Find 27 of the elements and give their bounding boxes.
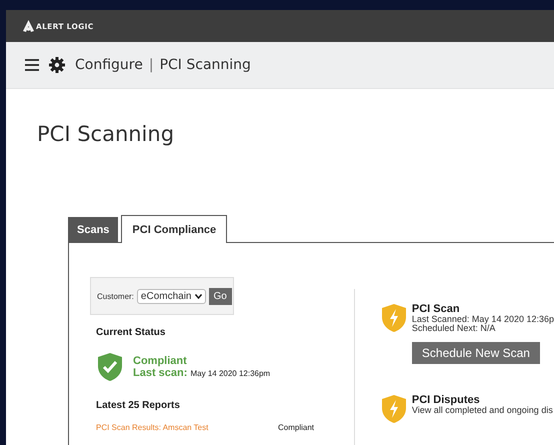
card-detail: Scheduled Next: N/A	[412, 324, 496, 333]
card-detail: Last Scanned: May 14 2020 12:36p	[412, 315, 554, 324]
card-detail: View all completed and ongoing dis	[412, 406, 553, 415]
tab[interactable]: PCI Compliance	[121, 215, 228, 243]
section-heading: Latest 25 Reports	[96, 400, 181, 411]
page-title: PCI Scanning	[37, 122, 176, 148]
shield-icon	[97, 352, 123, 382]
caret-icon	[194, 294, 202, 298]
menu-icon[interactable]	[25, 59, 39, 71]
shield-icon	[380, 303, 407, 333]
breadcrumb-page: PCI Scanning	[160, 57, 251, 73]
customer-label: Customer:	[97, 292, 134, 300]
logo-icon	[23, 20, 34, 32]
breadcrumb-separator: |	[148, 57, 154, 73]
customer-dropdown[interactable]: eComchain	[136, 288, 206, 304]
card-title: PCI Disputes	[412, 394, 481, 406]
status-text: Compliant	[133, 354, 188, 366]
last-scan-text: Last scan: May 14 2020 12:36pm	[133, 366, 270, 380]
go-button[interactable]: Go	[208, 288, 232, 304]
breadcrumb-section[interactable]: Configure	[75, 57, 143, 73]
section-heading: Current Status	[96, 327, 166, 338]
shield-icon	[380, 394, 407, 424]
card-title: PCI Scan	[412, 303, 461, 315]
schedule-button[interactable]: Schedule New Scan	[412, 342, 540, 364]
tab[interactable]: Scans	[68, 217, 118, 242]
report-status: Compliant	[278, 423, 314, 432]
settings-icon[interactable]	[49, 57, 65, 73]
